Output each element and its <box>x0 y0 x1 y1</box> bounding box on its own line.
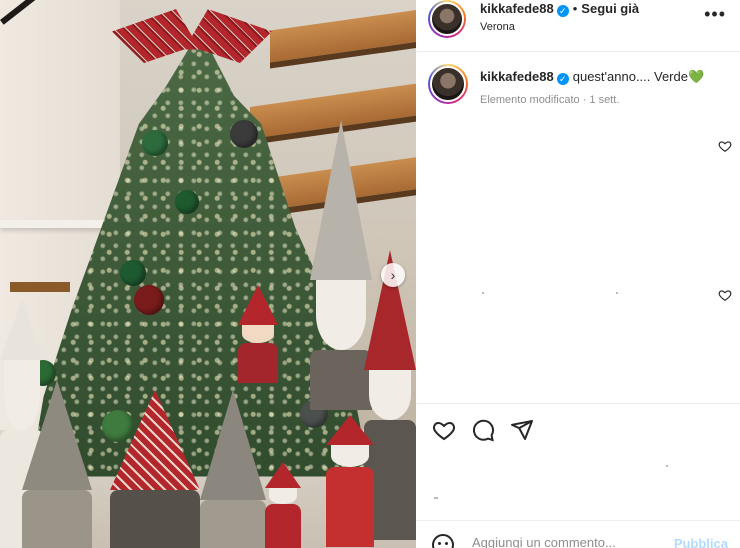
gnome-grey-center <box>200 390 266 548</box>
separator-dot: • <box>572 1 578 16</box>
send-paper-plane-icon[interactable] <box>510 418 534 442</box>
post-location[interactable]: Verona <box>480 21 515 33</box>
more-options-icon[interactable]: ••• <box>704 4 726 25</box>
comment-input[interactable] <box>472 535 672 548</box>
caption-author-avatar[interactable] <box>428 64 468 104</box>
comment-placeholder-mark <box>482 292 484 294</box>
caption-username[interactable]: kikkafede88 <box>480 69 554 84</box>
comment-placeholder-mark <box>616 292 618 294</box>
author-avatar[interactable] <box>428 0 466 38</box>
next-media-button[interactable]: › <box>381 263 405 287</box>
elf-ornament <box>238 285 278 383</box>
author-username[interactable]: kikkafede88 <box>480 1 554 16</box>
comment-like-icon[interactable] <box>718 139 732 153</box>
post-header: kikkafede88 ✓ • Segui già Verona ••• <box>416 0 740 52</box>
emoji-smiley-icon[interactable] <box>432 534 454 548</box>
post-actions <box>416 403 740 453</box>
post-media[interactable]: › <box>0 0 416 548</box>
gnome-red-nordic <box>110 390 200 548</box>
gnome-grey-tall <box>310 120 372 410</box>
caption-line: kikkafede88 ✓ quest'anno.... Verde💚 <box>480 69 704 85</box>
publish-button[interactable]: Pubblica <box>674 536 728 548</box>
comment-bar: Pubblica <box>416 520 740 548</box>
comment-like-icon[interactable] <box>718 288 732 302</box>
caption-meta: Elemento modificato · 1 sett. <box>480 94 620 106</box>
comment-bubble-icon[interactable] <box>471 418 495 442</box>
timestamp-placeholder-mark <box>434 497 438 499</box>
heart-outline-icon[interactable] <box>432 418 456 442</box>
caption-text: quest'anno.... Verde <box>572 69 688 84</box>
gnome-grey-heart <box>22 380 92 548</box>
chevron-right-icon: › <box>390 267 396 283</box>
santa-figure <box>265 462 301 548</box>
header-user-line: kikkafede88 ✓ • Segui già <box>480 1 639 17</box>
likes-placeholder-mark <box>666 465 668 467</box>
following-button[interactable]: Segui già <box>581 1 639 16</box>
santa-figure-2 <box>326 415 374 547</box>
post-sidebar: kikkafede88 ✓ • Segui già Verona ••• kikkaf… <box>416 0 740 548</box>
green-heart-emoji: 💚 <box>687 69 705 84</box>
verified-badge-icon: ✓ <box>556 73 569 85</box>
verified-badge-icon: ✓ <box>556 5 569 17</box>
